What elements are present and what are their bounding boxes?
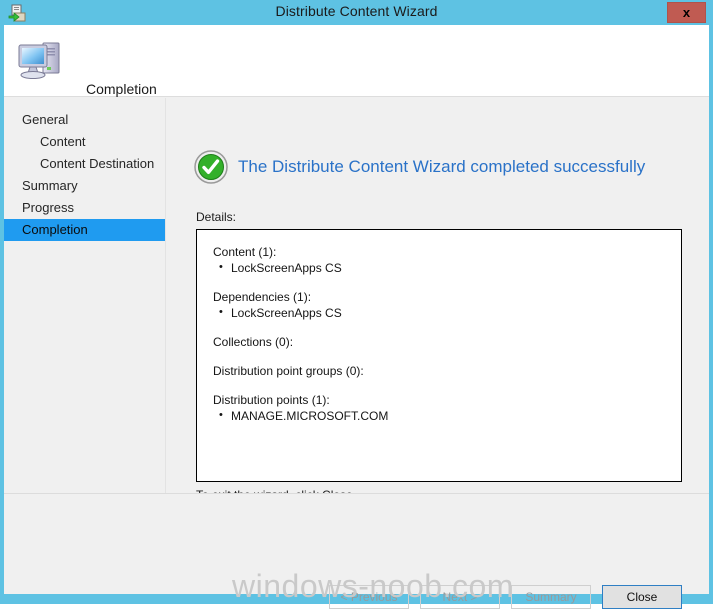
- sidebar-item-completion[interactable]: Completion: [4, 219, 165, 241]
- sidebar-item-content-destination[interactable]: Content Destination: [4, 153, 165, 175]
- completion-status: The Distribute Content Wizard completed …: [194, 150, 645, 184]
- previous-button[interactable]: < Previous: [329, 585, 409, 609]
- success-check-icon: [194, 150, 228, 184]
- next-button[interactable]: Next >: [420, 585, 500, 609]
- detail-heading: Dependencies (1):: [213, 290, 312, 304]
- list-item: LockScreenApps CS: [213, 304, 681, 321]
- page-title: Completion: [86, 81, 157, 97]
- detail-group-distribution-points: Distribution points (1): MANAGE.MICROSOF…: [213, 392, 681, 424]
- detail-heading: Distribution point groups (0):: [213, 364, 364, 378]
- detail-heading: Content (1):: [213, 245, 277, 259]
- details-label: Details:: [196, 210, 237, 224]
- wizard-footer: < Previous Next > Summary Close: [4, 494, 709, 609]
- detail-group-collections: Collections (0):: [213, 334, 681, 350]
- close-window-button[interactable]: x: [667, 2, 706, 23]
- detail-group-distribution-point-groups: Distribution point groups (0):: [213, 363, 681, 379]
- wizard-window: Distribute Content Wizard x Completion G…: [0, 0, 713, 609]
- detail-item-list: MANAGE.MICROSOFT.COM: [213, 407, 681, 424]
- sidebar-item-content[interactable]: Content: [4, 131, 165, 153]
- wizard-banner: Completion: [4, 25, 709, 97]
- title-bar: Distribute Content Wizard x: [0, 0, 713, 25]
- detail-item-list: LockScreenApps CS: [213, 304, 681, 321]
- sidebar-item-general[interactable]: General: [4, 109, 165, 131]
- completion-status-text: The Distribute Content Wizard completed …: [238, 157, 646, 176]
- close-button[interactable]: Close: [602, 585, 682, 609]
- detail-heading: Collections (0):: [213, 335, 294, 349]
- summary-button[interactable]: Summary: [511, 585, 591, 609]
- details-box: Content (1): LockScreenApps CS Dependenc…: [196, 229, 682, 482]
- detail-item-list: LockScreenApps CS: [213, 259, 681, 276]
- detail-heading: Distribution points (1):: [213, 393, 330, 407]
- detail-group-dependencies: Dependencies (1): LockScreenApps CS: [213, 289, 681, 321]
- list-item: MANAGE.MICROSOFT.COM: [213, 407, 681, 424]
- window-client-area: Completion General Content Content Desti…: [4, 25, 709, 609]
- list-item: LockScreenApps CS: [213, 259, 681, 276]
- computer-icon: [16, 37, 68, 85]
- sidebar-item-summary[interactable]: Summary: [4, 175, 165, 197]
- detail-group-content: Content (1): LockScreenApps CS: [213, 244, 681, 276]
- window-title: Distribute Content Wizard: [275, 3, 438, 19]
- sidebar-item-progress[interactable]: Progress: [4, 197, 165, 219]
